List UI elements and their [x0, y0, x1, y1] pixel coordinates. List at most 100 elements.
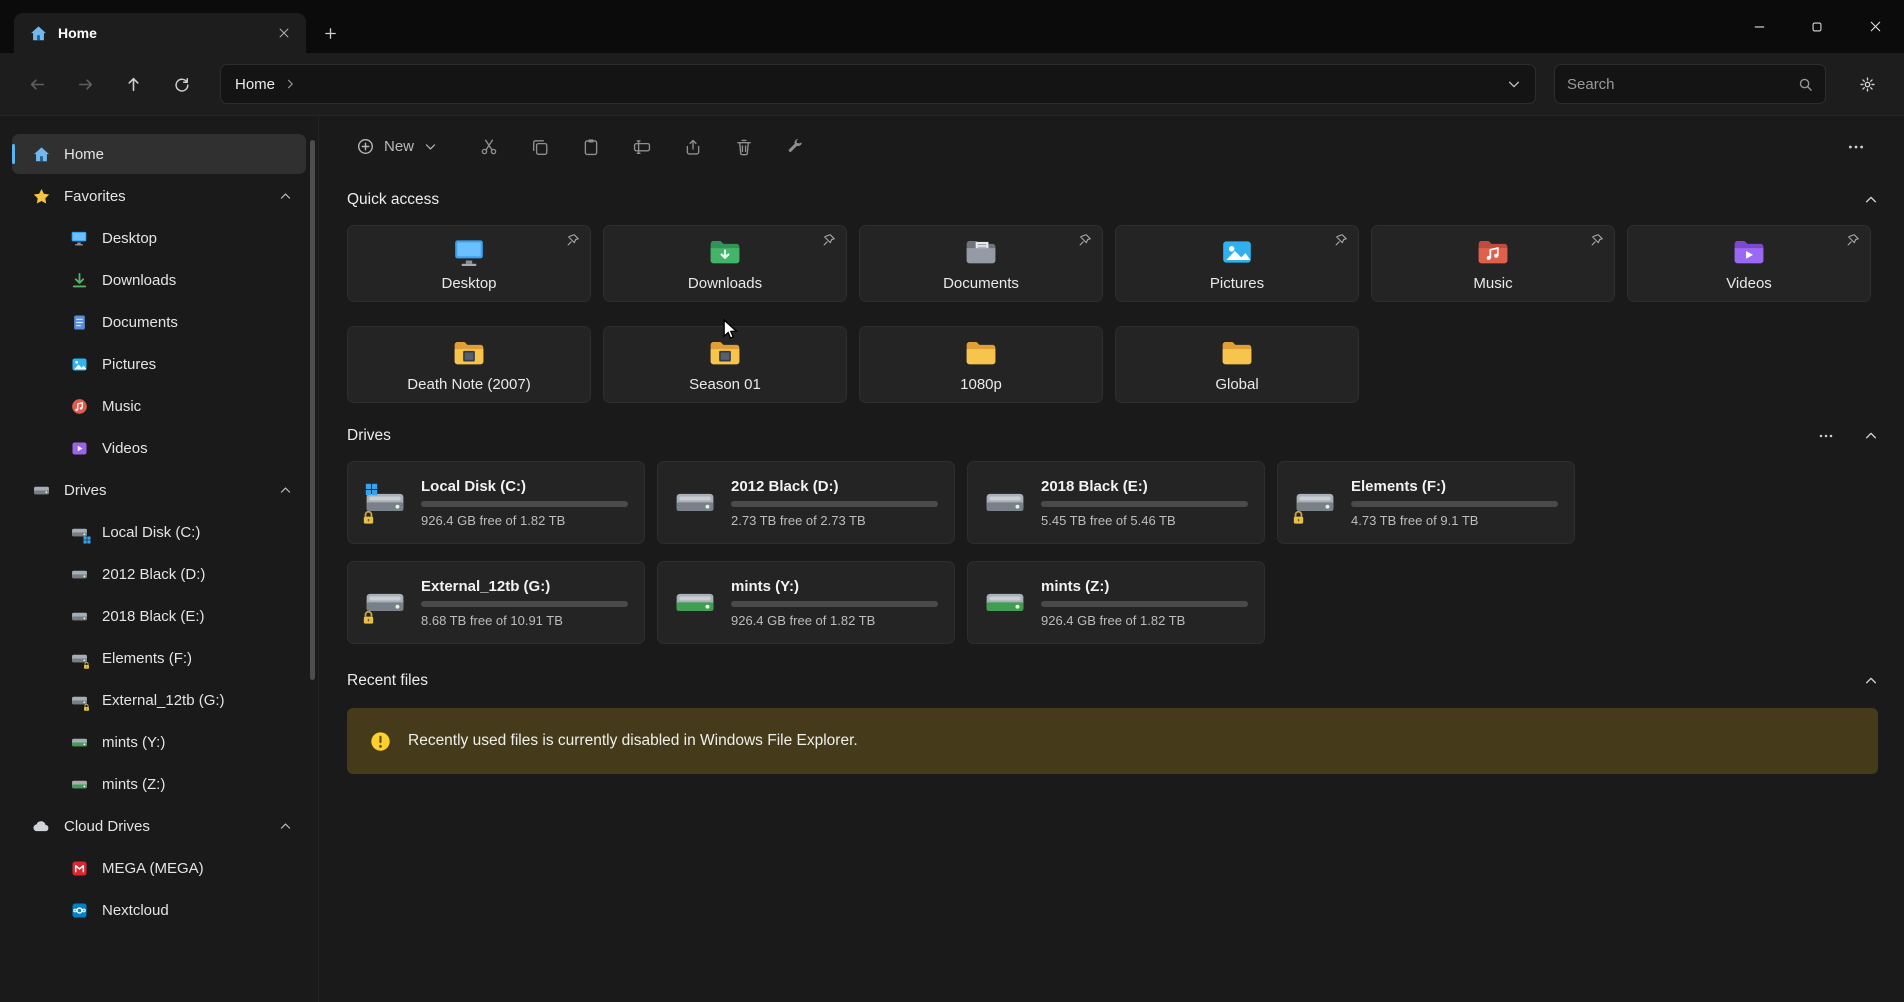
pictures-icon: [70, 355, 88, 373]
drive-card-y[interactable]: mints (Y:) 926.4 GB free of 1.82 TB: [657, 561, 955, 644]
sidebar-item-mints-z[interactable]: mints (Z:): [12, 764, 306, 804]
sidebar-item-desktop[interactable]: Desktop: [12, 218, 306, 258]
item-label: Global: [1215, 376, 1258, 393]
sidebar-item-home[interactable]: Home: [12, 134, 306, 174]
tab-close-icon[interactable]: [270, 19, 298, 47]
item-label: Death Note (2007): [407, 376, 530, 393]
music-icon: [70, 397, 88, 415]
collapse-quick-access-button[interactable]: [1864, 193, 1878, 207]
quick-access-item-music[interactable]: Music: [1371, 225, 1615, 302]
sidebar-item-music[interactable]: Music: [12, 386, 306, 426]
sidebar-item-videos[interactable]: Videos: [12, 428, 306, 468]
sidebar-item-downloads[interactable]: Downloads: [12, 260, 306, 300]
maximize-button[interactable]: [1788, 0, 1846, 53]
pin-icon: [1846, 233, 1860, 247]
sidebar-item-label: Downloads: [102, 272, 176, 289]
mega-icon: [70, 859, 88, 877]
tab-home[interactable]: Home: [14, 13, 306, 53]
more-options-button[interactable]: [1834, 126, 1878, 168]
drive-name: Elements (F:): [1351, 478, 1558, 495]
sidebar-item-favorites[interactable]: Favorites: [12, 176, 306, 216]
quick-access-item-1080p[interactable]: 1080p: [859, 326, 1103, 403]
music-folder-icon: [1476, 235, 1510, 269]
main-column: New Quick access: [319, 116, 1904, 1002]
home-icon: [32, 145, 50, 163]
sidebar-item-nextcloud[interactable]: Nextcloud: [12, 890, 306, 930]
quick-access-item-death-note[interactable]: Death Note (2007): [347, 326, 591, 403]
back-button[interactable]: [16, 64, 58, 104]
refresh-button[interactable]: [160, 64, 202, 104]
lock-icon: [82, 703, 91, 712]
sidebar-item-label: Drives: [64, 482, 107, 499]
sidebar-item-pictures[interactable]: Pictures: [12, 344, 306, 384]
forward-button[interactable]: [64, 64, 106, 104]
rename-button[interactable]: [620, 126, 664, 168]
drive-usage-bar: [731, 501, 938, 507]
sidebar-item-label: Home: [64, 146, 104, 163]
sidebar-item-2018-black-e[interactable]: 2018 Black (E:): [12, 596, 306, 636]
sidebar-item-label: Favorites: [64, 188, 126, 205]
quick-access-item-pictures[interactable]: Pictures: [1115, 225, 1359, 302]
drive-free-space: 8.68 TB free of 10.91 TB: [421, 613, 628, 628]
copy-icon: [531, 138, 549, 156]
new-tab-button[interactable]: [316, 19, 344, 47]
windows-logo-icon: [365, 483, 378, 496]
drive-card-z[interactable]: mints (Z:) 926.4 GB free of 1.82 TB: [967, 561, 1265, 644]
close-button[interactable]: [1846, 0, 1904, 53]
quick-access-item-global[interactable]: Global: [1115, 326, 1359, 403]
sidebar-item-mints-y[interactable]: mints (Y:): [12, 722, 306, 762]
drive-usage-bar: [1041, 601, 1248, 607]
quick-access-item-videos[interactable]: Videos: [1627, 225, 1871, 302]
star-icon: [32, 187, 50, 205]
quick-access-item-season-01[interactable]: Season 01: [603, 326, 847, 403]
paste-button[interactable]: [569, 126, 613, 168]
up-button[interactable]: [112, 64, 154, 104]
address-bar[interactable]: Home: [220, 64, 1536, 104]
drives-grid: Local Disk (C:) 926.4 GB free of 1.82 TB…: [347, 461, 1878, 644]
sidebar-item-drives[interactable]: Drives: [12, 470, 306, 510]
item-label: 1080p: [960, 376, 1002, 393]
drive-card-d[interactable]: 2012 Black (D:) 2.73 TB free of 2.73 TB: [657, 461, 955, 544]
sidebar-item-label: Elements (F:): [102, 650, 192, 667]
minimize-button[interactable]: [1730, 0, 1788, 53]
chevron-up-icon[interactable]: [279, 190, 292, 203]
new-button[interactable]: New: [343, 126, 451, 168]
cut-button[interactable]: [467, 126, 511, 168]
sidebar-item-2012-black-d[interactable]: 2012 Black (D:): [12, 554, 306, 594]
sidebar-item-cloud-drives[interactable]: Cloud Drives: [12, 806, 306, 846]
pin-icon: [822, 233, 836, 247]
drive-usage-bar: [731, 601, 938, 607]
drive-card-e[interactable]: 2018 Black (E:) 5.45 TB free of 5.46 TB: [967, 461, 1265, 544]
drive-lock-icon: [1294, 482, 1336, 524]
sidebar-item-local-disk-c[interactable]: Local Disk (C:): [12, 512, 306, 552]
share-button[interactable]: [671, 126, 715, 168]
tools-button[interactable]: [773, 126, 817, 168]
chevron-up-icon[interactable]: [279, 484, 292, 497]
drive-card-c[interactable]: Local Disk (C:) 926.4 GB free of 1.82 TB: [347, 461, 645, 544]
delete-button[interactable]: [722, 126, 766, 168]
breadcrumb[interactable]: Home: [235, 76, 275, 93]
quick-access-item-desktop[interactable]: Desktop: [347, 225, 591, 302]
sidebar-scrollbar[interactable]: [310, 140, 315, 680]
settings-gear-button[interactable]: [1846, 64, 1888, 104]
search-input[interactable]: [1567, 76, 1798, 93]
drive-name: Local Disk (C:): [421, 478, 628, 495]
copy-button[interactable]: [518, 126, 562, 168]
chevron-up-icon[interactable]: [279, 820, 292, 833]
quick-access-item-downloads[interactable]: Downloads: [603, 225, 847, 302]
sidebar-item-mega[interactable]: MEGA (MEGA): [12, 848, 306, 888]
address-dropdown-icon[interactable]: [1507, 77, 1521, 91]
sidebar-item-label: mints (Y:): [102, 734, 165, 751]
collapse-drives-button[interactable]: [1864, 429, 1878, 443]
quick-access-item-documents[interactable]: Documents: [859, 225, 1103, 302]
title-bar: Home: [0, 0, 1904, 53]
drive-card-g[interactable]: External_12tb (G:) 8.68 TB free of 10.91…: [347, 561, 645, 644]
drive-card-f[interactable]: Elements (F:) 4.73 TB free of 9.1 TB: [1277, 461, 1575, 544]
lock-icon: [1290, 509, 1307, 526]
sidebar-item-documents[interactable]: Documents: [12, 302, 306, 342]
downloads-folder-icon: [708, 235, 742, 269]
sidebar-item-external-12tb-g[interactable]: External_12tb (G:): [12, 680, 306, 720]
drives-more-button[interactable]: [1818, 428, 1834, 444]
sidebar-item-elements-f[interactable]: Elements (F:): [12, 638, 306, 678]
collapse-recent-files-button[interactable]: [1864, 674, 1878, 688]
